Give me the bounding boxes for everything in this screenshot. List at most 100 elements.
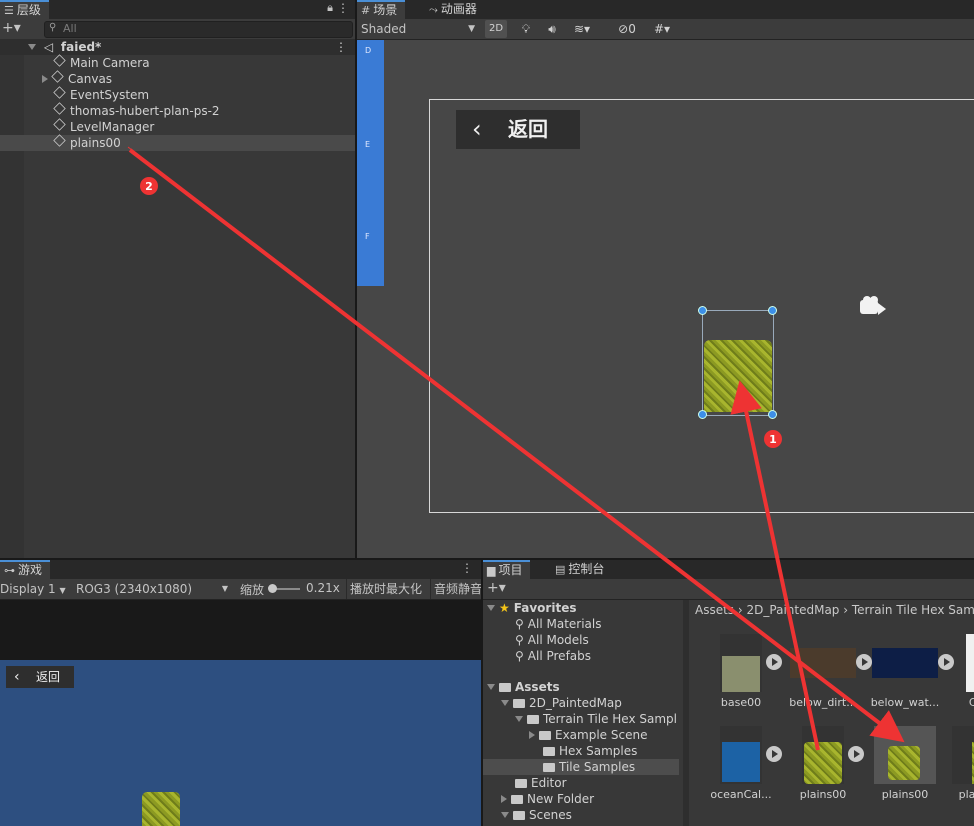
asset-thumbnail [802,726,844,784]
lock-icon[interactable]: 🔒︎ [327,1,333,15]
dropdown-arrow-icon: ▼ [221,584,228,593]
maximize-on-play-button[interactable]: 播放时最大化 [346,579,425,599]
tab-console[interactable]: ▤ 控制台 [551,560,612,579]
folder-item[interactable]: Scenes [483,807,679,823]
asset-item[interactable]: below_dirt... [784,634,872,709]
breadcrumb-item[interactable]: Terrain Tile Hex Sam [852,603,974,617]
plains-sprite[interactable] [704,340,772,412]
tab-game[interactable]: ⊶ 游戏 [0,560,51,579]
favorite-item[interactable]: ⚲ All Models [483,632,679,648]
effects-toggle[interactable]: ≋▾ [569,20,595,38]
game-plains-tile [142,792,180,826]
folder-item[interactable]: Editor [483,775,679,791]
play-icon[interactable] [766,746,782,762]
asset-item[interactable]: pla [952,726,974,801]
expand-icon[interactable] [501,812,509,818]
folder-item-selected[interactable]: Tile Samples [483,759,679,775]
asset-item-selected[interactable]: plains00 [866,726,944,801]
folder-icon [543,747,555,756]
resolution-dropdown[interactable]: ROG3 (2340x1080) ▼ [76,580,228,598]
unity-scene-icon: ◁ [43,40,54,54]
handle-dot[interactable] [698,306,707,315]
scene-back-button[interactable]: ‹ 返回 [456,110,580,149]
list-item[interactable]: Canvas [0,70,355,87]
lighting-toggle[interactable]: 💡︎ [517,20,535,38]
list-item[interactable]: Main Camera [0,54,355,71]
gameobject-icon [53,102,66,115]
expand-icon[interactable] [529,731,535,739]
tab-animator[interactable]: ⤳ 动画器 [425,0,485,19]
star-icon: ★ [499,601,510,615]
console-icon: ▤ [555,563,566,576]
folder-icon [539,731,551,740]
list-item[interactable]: LevelManager [0,118,355,135]
more-icon[interactable]: ⋮ [461,561,473,575]
slider-thumb[interactable] [268,584,277,593]
asset-item[interactable]: oceanCal... [702,726,782,801]
audio-toggle[interactable]: 🔊︎ [543,20,561,38]
expand-icon[interactable] [501,795,507,803]
tab-hierarchy[interactable]: ☰ 层级 [0,0,49,19]
shading-dropdown[interactable]: Shaded ▼ [361,20,475,38]
breadcrumb-separator-icon: › [737,603,747,617]
handle-dot[interactable] [768,306,777,315]
favorites-header[interactable]: ★ Favorites [483,600,679,616]
project-panel: ▆ 项目 ▤ 控制台 +▾ ★ Favorites ⚲ All Materials ⚲ A… [483,560,974,826]
expand-icon[interactable] [515,716,523,722]
search-placeholder: All [63,22,77,35]
list-item[interactable]: thomas-hubert-plan-ps-2 [0,102,355,119]
asset-item[interactable]: below_wat... [866,634,954,709]
play-icon[interactable] [938,654,954,670]
panel-divider[interactable] [683,600,689,826]
expand-icon[interactable] [42,75,48,83]
asset-item[interactable]: base00 [702,634,782,709]
list-item-selected[interactable]: plains00 [0,134,355,151]
expand-icon[interactable] [28,44,36,50]
folder-item[interactable]: Hex Samples [483,743,679,759]
2d-toggle-button[interactable]: 2D [485,20,507,38]
hierarchy-tabbar: ☰ 层级 🔒︎ ⋮ [0,0,355,19]
asset-thumbnail [720,726,762,784]
asset-thumbnail [790,634,856,692]
favorite-item[interactable]: ⚲ All Materials [483,616,679,632]
assets-header[interactable]: Assets [483,679,679,695]
display-dropdown[interactable]: Display 1 ▼ [0,580,70,598]
folder-icon [543,763,555,772]
game-back-button[interactable]: ‹ 返回 [6,666,74,688]
expand-icon[interactable] [487,684,495,690]
folder-item[interactable]: 2D_PaintedMap [483,695,679,711]
folder-item[interactable]: New Folder [483,791,679,807]
folder-item[interactable]: Terrain Tile Hex Sampl [483,711,679,727]
scene-root-row[interactable]: ◁ faied* ⋮ [0,39,355,55]
more-icon[interactable]: ⋮ [337,1,349,15]
scale-slider[interactable] [268,584,300,593]
asset-item[interactable]: plains00 [784,726,864,801]
play-icon[interactable] [766,654,782,670]
hidden-objects-toggle[interactable]: ⊘0 [613,20,641,38]
canvas-ruler: D E F [357,40,384,286]
search-icon: ⚲ [515,649,524,663]
list-item[interactable]: EventSystem [0,86,355,103]
breadcrumb-item[interactable]: 2D_PaintedMap [747,603,840,617]
tab-scene[interactable]: # 场景 [357,0,406,19]
add-icon[interactable]: +▾ [487,580,506,596]
mute-audio-button[interactable]: 音频静音 [430,579,481,599]
breadcrumb-item[interactable]: Assets [695,603,734,617]
scene-menu-icon[interactable]: ⋮ [335,39,347,55]
asset-item[interactable]: Cr [960,634,974,709]
grid-snap-toggle[interactable]: #▾ [647,20,677,38]
search-field[interactable]: ⚲ All [44,21,353,38]
tab-project[interactable]: ▆ 项目 [483,560,531,579]
handle-dot[interactable] [768,410,777,419]
expand-icon[interactable] [501,700,509,706]
folder-icon [511,795,523,804]
folder-item[interactable]: Example Scene [483,727,679,743]
expand-icon[interactable] [487,605,495,611]
gameobject-icon [53,54,66,67]
play-icon[interactable] [848,746,864,762]
camera-gizmo-icon[interactable] [860,296,886,316]
scene-tabbar: # 场景 ⤳ 动画器 [357,0,974,19]
add-icon[interactable]: +▾ [2,20,21,36]
handle-dot[interactable] [698,410,707,419]
favorite-item[interactable]: ⚲ All Prefabs [483,648,679,664]
